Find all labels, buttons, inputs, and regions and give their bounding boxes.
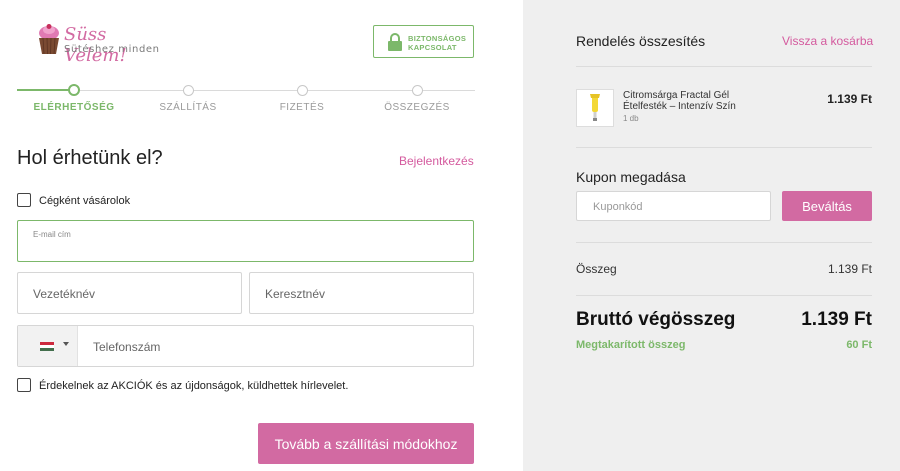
divider: [576, 295, 872, 296]
stepper-track: [17, 90, 475, 91]
coupon-title: Kupon megadása: [576, 169, 686, 185]
subtotal-value: 1.139 Ft: [827, 262, 872, 276]
divider: [576, 147, 872, 148]
newsletter-checkbox[interactable]: [17, 378, 31, 392]
brand-logo[interactable]: Süss Velem! Sütéshez minden: [36, 22, 166, 66]
lock-icon: [388, 33, 402, 51]
first-name-placeholder: Keresztnév: [265, 287, 326, 301]
product-price: 1.139 Ft: [827, 92, 872, 106]
step-dot-summary: [412, 85, 423, 96]
company-checkbox-label[interactable]: Cégként vásárolok: [39, 195, 130, 207]
subtotal-label: Összeg: [576, 262, 617, 276]
product-thumbnail: [576, 89, 614, 127]
secure-connection-badge: BIZTONSÁGOS KAPCSOLAT: [373, 25, 474, 58]
company-checkbox[interactable]: [17, 193, 31, 207]
grand-total-value: 1.139 Ft: [801, 309, 872, 330]
email-field-label: E-mail cím: [33, 230, 71, 239]
step-label-summary: ÖSSZEGZÉS: [384, 102, 450, 113]
last-name-placeholder: Vezetéknév: [33, 287, 96, 301]
savings-value: 60 Ft: [846, 339, 872, 351]
chevron-down-icon: [63, 342, 69, 346]
coupon-input[interactable]: Kuponkód: [576, 191, 771, 221]
order-summary-panel: [523, 0, 900, 471]
step-label-shipping: SZÁLLÍTÁS: [159, 102, 217, 113]
grand-total-label: Bruttó végösszeg: [576, 309, 736, 330]
step-dot-shipping: [183, 85, 194, 96]
checkout-stepper: ELÉRHETŐSÉG SZÁLLÍTÁS FIZETÉS ÖSSZEGZÉS: [17, 84, 475, 115]
step-label-contact[interactable]: ELÉRHETŐSÉG: [19, 102, 129, 113]
newsletter-checkbox-label[interactable]: Érdekelnek az AKCIÓK és az újdonságok, k…: [39, 380, 348, 392]
divider: [576, 242, 872, 243]
secure-badge-text: BIZTONSÁGOS KAPCSOLAT: [408, 34, 467, 52]
brand-tagline: Sütéshez minden: [64, 44, 160, 55]
phone-country-select[interactable]: [18, 326, 78, 366]
step-label-payment: FIZETÉS: [279, 102, 325, 113]
redeem-coupon-button[interactable]: Beváltás: [782, 191, 872, 221]
phone-field[interactable]: Telefonszám: [17, 325, 474, 367]
last-name-field[interactable]: Vezetéknév: [17, 272, 242, 314]
food-color-tube-icon: [590, 94, 600, 121]
phone-placeholder: Telefonszám: [93, 340, 161, 354]
continue-to-shipping-button[interactable]: Tovább a szállítási módokhoz: [258, 423, 474, 464]
coupon-placeholder: Kuponkód: [593, 201, 643, 213]
step-dot-contact[interactable]: [68, 84, 80, 96]
email-field[interactable]: E-mail cím: [17, 220, 474, 262]
login-link[interactable]: Bejelentkezés: [399, 154, 474, 168]
product-name: Citromsárga Fractal Gél Ételfesték – Int…: [623, 90, 736, 112]
hungary-flag-icon: [40, 342, 54, 351]
step-dot-payment: [297, 85, 308, 96]
product-quantity: 1 db: [623, 114, 639, 123]
order-summary-title: Rendelés összesítés: [576, 33, 706, 49]
cupcake-icon: [39, 24, 59, 55]
back-to-cart-link[interactable]: Vissza a kosárba: [782, 34, 873, 48]
first-name-field[interactable]: Keresztnév: [249, 272, 474, 314]
stepper-progress: [17, 89, 72, 91]
savings-label: Megtakarított összeg: [576, 339, 686, 351]
divider: [576, 66, 872, 67]
page-title: Hol érhetünk el?: [17, 147, 163, 169]
